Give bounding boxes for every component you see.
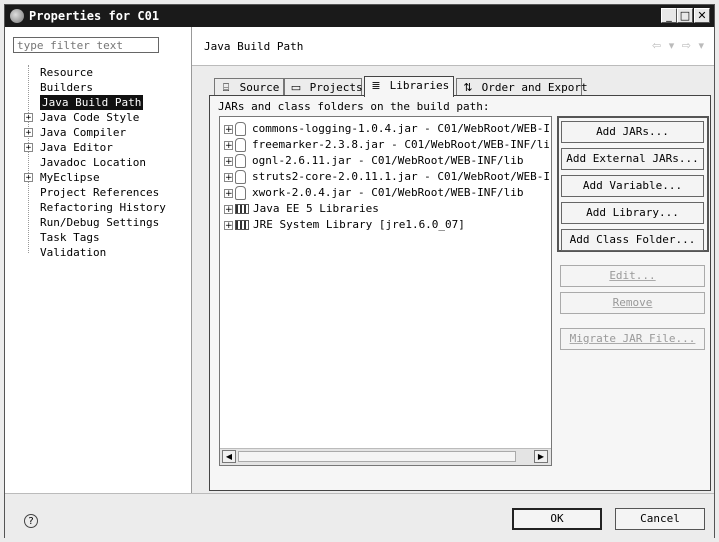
source-folder-icon: ⌸ bbox=[222, 81, 230, 94]
library-icon bbox=[235, 220, 249, 230]
tree-item[interactable]: Builders bbox=[40, 80, 93, 95]
help-icon[interactable]: ? bbox=[24, 514, 38, 528]
expand-icon[interactable]: + bbox=[224, 172, 233, 182]
title-bar: Properties for C01 _ □ ✕ bbox=[5, 5, 714, 27]
scroll-left-icon[interactable]: ◀ bbox=[222, 450, 236, 463]
list-item[interactable]: + ognl-2.6.11.jar - C01/WebRoot/WEB-INF/l… bbox=[224, 153, 549, 169]
add-variable-button[interactable]: Add Variable... bbox=[561, 175, 704, 197]
tab-order-export-label: Order and Export bbox=[481, 81, 588, 94]
left-pane: ResourceBuildersJava Build Path + Java Cod… bbox=[5, 27, 192, 493]
jar-icon bbox=[235, 170, 246, 184]
migrate-jar-button[interactable]: Migrate JAR File... bbox=[560, 328, 705, 350]
tree-item[interactable]: Javadoc Location bbox=[40, 155, 146, 170]
tree-item[interactable]: Java Compiler bbox=[40, 125, 126, 140]
minimize-button[interactable]: _ bbox=[661, 8, 677, 23]
expand-icon[interactable]: + bbox=[24, 128, 33, 138]
edit-button[interactable]: Edit... bbox=[560, 265, 705, 287]
add-external-jars-button[interactable]: Add External JARs... bbox=[561, 148, 704, 170]
tab-order-export[interactable]: ⇅ Order and Export bbox=[456, 78, 588, 96]
nav-arrows-icon[interactable]: ⇦ ▾ ⇨ ▾ bbox=[652, 39, 706, 52]
tree-item[interactable]: Java Build Path bbox=[40, 95, 144, 110]
build-path-label: JARs and class folders on the build path… bbox=[218, 100, 490, 113]
tree-item[interactable]: Run/Debug Settings bbox=[40, 215, 159, 230]
library-list[interactable]: + commons-logging-1.0.4.jar - C01/WebRoot… bbox=[219, 116, 552, 466]
tree-item[interactable]: Java Code Style bbox=[40, 110, 139, 125]
tab-source-label: Source bbox=[239, 81, 280, 94]
list-item[interactable]: + JRE System Library [jre1.6.0_07] bbox=[224, 217, 549, 233]
filter-input[interactable] bbox=[13, 37, 159, 53]
tree-item[interactable]: Refactoring History bbox=[40, 200, 166, 215]
tab-source[interactable]: ⌸ Source bbox=[214, 78, 284, 96]
page-header: Java Build Path ⇦ ▾ ⇨ ▾ bbox=[192, 27, 714, 66]
list-item-label: commons-logging-1.0.4.jar - C01/WebRoot/… bbox=[252, 122, 549, 135]
list-item-label: struts2-core-2.0.11.1.jar - C01/WebRoot/… bbox=[252, 170, 549, 183]
properties-dialog: Properties for C01 _ □ ✕ ResourceBuilder… bbox=[4, 4, 715, 538]
maximize-button[interactable]: □ bbox=[677, 8, 693, 23]
list-item[interactable]: + freemarker-2.3.8.jar - C01/WebRoot/WEB-… bbox=[224, 137, 549, 153]
tree-item[interactable]: Resource bbox=[40, 65, 93, 80]
list-item-label: ognl-2.6.11.jar - C01/WebRoot/WEB-INF/li… bbox=[252, 154, 524, 167]
list-item[interactable]: + Java EE 5 Libraries bbox=[224, 201, 549, 217]
ok-button[interactable]: OK bbox=[512, 508, 602, 530]
tree-item[interactable]: Java Editor bbox=[40, 140, 113, 155]
expand-icon[interactable]: + bbox=[224, 220, 233, 230]
tree-item[interactable]: Validation bbox=[40, 245, 106, 260]
expand-icon[interactable]: + bbox=[24, 173, 33, 183]
expand-icon[interactable]: + bbox=[224, 188, 233, 198]
list-item-label: freemarker-2.3.8.jar - C01/WebRoot/WEB-I… bbox=[252, 138, 549, 151]
eclipse-icon bbox=[10, 9, 24, 23]
list-item-label: Java EE 5 Libraries bbox=[253, 202, 379, 215]
libraries-icon: ≣ bbox=[371, 79, 381, 92]
projects-folder-icon: ▭ bbox=[290, 81, 302, 94]
library-icon bbox=[235, 204, 249, 214]
expand-icon[interactable]: + bbox=[224, 156, 233, 166]
tab-projects-label: Projects bbox=[309, 81, 363, 94]
scroll-thumb[interactable] bbox=[238, 451, 516, 462]
jar-icon bbox=[235, 138, 246, 152]
horizontal-scrollbar[interactable]: ◀ ▶ bbox=[220, 448, 551, 465]
list-item[interactable]: + commons-logging-1.0.4.jar - C01/WebRoot… bbox=[224, 121, 549, 137]
right-pane: Java Build Path ⇦ ▾ ⇨ ▾ ⌸ Source ▭ Proje… bbox=[192, 27, 714, 493]
cancel-button[interactable]: Cancel bbox=[615, 508, 705, 530]
add-library-button[interactable]: Add Library... bbox=[561, 202, 704, 224]
tab-libraries[interactable]: ≣ Libraries bbox=[364, 76, 454, 97]
remove-button[interactable]: Remove bbox=[560, 292, 705, 314]
add-class-folder-button[interactable]: Add Class Folder... bbox=[561, 229, 704, 251]
expand-icon[interactable]: + bbox=[224, 140, 233, 150]
expand-icon[interactable]: + bbox=[24, 143, 33, 153]
tree-item[interactable]: Task Tags bbox=[40, 230, 100, 245]
scroll-right-icon[interactable]: ▶ bbox=[534, 450, 548, 463]
expand-icon[interactable]: + bbox=[24, 113, 33, 123]
tree-guide-line bbox=[28, 65, 29, 253]
add-jars-button[interactable]: Add JARs... bbox=[561, 121, 704, 143]
tab-libraries-label: Libraries bbox=[389, 79, 450, 92]
window-title: Properties for C01 bbox=[29, 9, 160, 23]
list-item-label: JRE System Library [jre1.6.0_07] bbox=[253, 218, 465, 231]
tab-projects[interactable]: ▭ Projects bbox=[284, 78, 363, 96]
list-item[interactable]: + xwork-2.0.4.jar - C01/WebRoot/WEB-INF/l… bbox=[224, 185, 549, 201]
tree-item[interactable]: MyEclipse bbox=[40, 170, 100, 185]
list-item-label: xwork-2.0.4.jar - C01/WebRoot/WEB-INF/li… bbox=[252, 186, 524, 199]
expand-icon[interactable]: + bbox=[224, 124, 233, 134]
jar-icon bbox=[235, 154, 246, 168]
button-bar: ? OK Cancel bbox=[5, 493, 714, 538]
libraries-panel: JARs and class folders on the build path… bbox=[209, 95, 711, 491]
jar-icon bbox=[235, 122, 246, 136]
close-button[interactable]: ✕ bbox=[694, 8, 710, 23]
page-title: Java Build Path bbox=[204, 40, 304, 53]
tree-item[interactable]: Project References bbox=[40, 185, 159, 200]
list-item[interactable]: + struts2-core-2.0.11.1.jar - C01/WebRoot… bbox=[224, 169, 549, 185]
jar-icon bbox=[235, 186, 246, 200]
expand-icon[interactable]: + bbox=[224, 204, 233, 214]
order-export-icon: ⇅ bbox=[463, 81, 473, 94]
